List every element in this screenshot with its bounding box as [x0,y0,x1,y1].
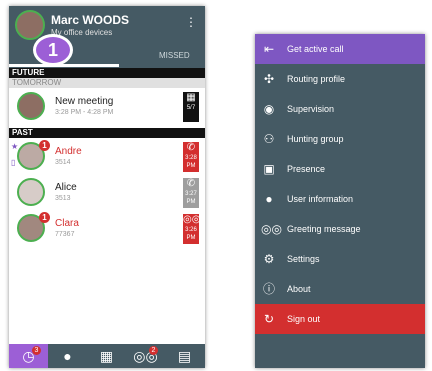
user-name: Marc WOODS [51,13,130,27]
presence-icon: ▣ [263,162,275,176]
phone-incoming-icon: ✆ [186,178,196,189]
voicemail-icon: ◎◎ [261,222,282,236]
info-icon: ⓘ [262,282,275,296]
step-badge: 1 [33,34,73,66]
call-time: 3:28 PM [185,155,197,169]
tab-voicemail[interactable]: ◎◎ 2 [126,344,165,368]
call-tile[interactable]: ✆ 3:27 PM [183,178,199,208]
dialpad-icon: ▦ [99,348,114,364]
item-title: Andre [55,146,82,157]
menu-item-presence[interactable]: ▣ Presence [255,154,425,184]
avatar [17,92,45,120]
list-item[interactable]: 1 Clara 77367 ◎◎ 3:26 PM [9,212,205,246]
section-past: PAST [9,128,205,138]
navigation-drawer: ⇤ Get active call ✣ Routing profile ◉ Su… [255,34,425,368]
tab-deskphone[interactable]: ▤ [165,344,204,368]
item-subtitle: 3513 [55,195,71,202]
get-active-call-icon: ⇤ [263,42,275,56]
item-subtitle: 77367 [55,231,75,238]
eye-icon: ◉ [263,102,275,116]
app-header: Marc WOODS My office devices ⋮ 1 MISSED [9,6,205,68]
item-subtitle: 3514 [55,159,71,166]
device-icon: ▯ [11,158,16,167]
phone-screen: Marc WOODS My office devices ⋮ 1 MISSED … [9,6,205,368]
item-subtitle: 3:28 PM - 4:28 PM [55,109,114,116]
gear-icon: ⚙ [263,252,275,266]
subsection-tomorrow: TOMORROW [9,78,205,88]
call-time: 3:26 PM [185,227,197,241]
voicemail-icon: ◎◎ [183,214,201,225]
user-icon: ● [265,192,273,206]
item-title: New meeting [55,96,114,107]
calendar-tile[interactable]: ▦ 5/7 [183,92,199,122]
missed-count-badge: 1 [39,212,50,223]
section-future: FUTURE [9,68,205,78]
list-item[interactable]: Alice 3513 ✆ 3:27 PM [9,176,205,210]
missed-count-badge: 1 [39,140,50,151]
menu-item-supervision[interactable]: ◉ Supervision [255,94,425,124]
tab-missed[interactable]: MISSED [159,51,190,60]
avatar [17,178,45,206]
tab-contacts[interactable]: ● [48,344,87,368]
menu-item-user-information[interactable]: ● User information [255,184,425,214]
tab-active-underline [9,64,119,67]
more-menu-icon[interactable]: ⋮ [185,16,197,28]
menu-item-sign-out[interactable]: ↻ Sign out [255,304,425,334]
tab-badge: 3 [32,346,41,355]
menu-item-greeting-message[interactable]: ◎◎ Greeting message [255,214,425,244]
bottom-nav: ◷ 3 ● ▦ ◎◎ 2 ▤ [9,344,205,368]
deskphone-icon: ▤ [177,348,192,364]
routing-icon: ✣ [263,72,275,86]
calendar-date: 5/7 [186,105,196,111]
voicemail-tile[interactable]: ◎◎ 3:26 PM [183,214,201,244]
tab-history[interactable]: ◷ 3 [9,344,48,368]
contact-icon: ● [63,348,72,364]
sign-out-icon: ↻ [263,312,275,326]
tab-badge: 2 [149,346,158,355]
menu-item-hunting-group[interactable]: ⚇ Hunting group [255,124,425,154]
list-item[interactable]: New meeting 3:28 PM - 4:28 PM ▦ 5/7 [9,90,205,124]
phone-outgoing-icon: ✆ [186,142,196,153]
call-tile[interactable]: ✆ 3:28 PM [183,142,199,172]
item-title: Clara [55,218,79,229]
group-icon: ⚇ [263,132,275,146]
menu-item-settings[interactable]: ⚙ Settings [255,244,425,274]
item-title: Alice [55,182,77,193]
user-avatar[interactable] [15,10,45,40]
tab-dialpad[interactable]: ▦ [87,344,126,368]
list-item[interactable]: ★ ▯ 1 Andre 3514 ✆ 3:28 PM [9,140,205,174]
menu-item-routing-profile[interactable]: ✣ Routing profile [255,64,425,94]
calendar-icon: ▦ [186,92,196,103]
menu-item-get-active-call[interactable]: ⇤ Get active call [255,34,425,64]
menu-item-about[interactable]: ⓘ About [255,274,425,304]
call-time: 3:27 PM [185,191,197,205]
